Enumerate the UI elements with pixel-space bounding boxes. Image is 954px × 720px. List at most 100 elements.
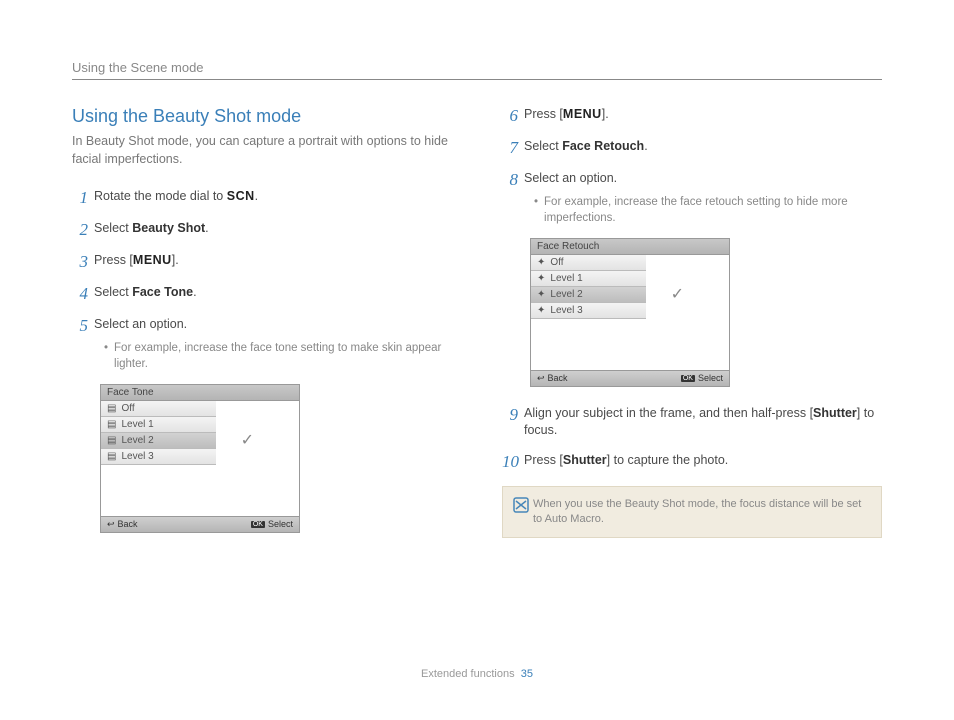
menu-item-off[interactable]: ▤ Off (101, 401, 216, 417)
select-label[interactable]: Select (698, 373, 723, 383)
check-icon: ✓ (671, 284, 684, 304)
check-icon: ✓ (241, 430, 254, 450)
back-label[interactable]: Back (548, 373, 568, 383)
face-retouch-menu: Face Retouch ✦ Off ✦ Level 1 ✦ Level 2 ✓ ✦ Le… (530, 238, 730, 387)
menu-list: ✦ Off ✦ Level 1 ✦ Level 2 ✓ ✦ Level 3 (531, 255, 729, 319)
text: Align your subject in the frame, and the… (524, 406, 813, 420)
step-8: 8 Select an option. • For example, incre… (502, 170, 882, 226)
face-tone-menu: Face Tone ▤Off ▤Level 1 ▤Level 2✓ ▤Level… (100, 384, 300, 533)
back-icon: ↩ (537, 373, 545, 384)
back-icon: ↩ (107, 519, 115, 530)
back-label[interactable]: Back (118, 519, 138, 529)
bold: Shutter (563, 453, 607, 467)
menu-footer: ↩Back OKSelect (531, 371, 729, 386)
bullet-icon: • (534, 194, 538, 226)
menu-icon: MENU (563, 107, 602, 121)
menu-item-off[interactable]: ✦ Off (531, 255, 646, 271)
page-number: 35 (521, 668, 533, 680)
menu-item-level2[interactable]: ✦Level 2✓ (531, 287, 646, 303)
step-number: 1 (72, 188, 94, 208)
select-label[interactable]: Select (268, 519, 293, 529)
step-2: 2 Select Beauty Shot. (72, 220, 452, 240)
text: ] to capture the photo. (607, 453, 729, 467)
step-number: 10 (502, 452, 524, 472)
columns: Using the Beauty Shot mode In Beauty Sho… (72, 106, 882, 551)
menu-item-level1[interactable]: ▤Level 1 (101, 417, 216, 433)
step-1: 1 Rotate the mode dial to SCN. (72, 188, 452, 208)
step-text: Press [MENU]. (94, 252, 179, 270)
step-text: Press [Shutter] to capture the photo. (524, 452, 728, 470)
menu-list: ▤Off ▤Level 1 ▤Level 2✓ ▤Level 3 (101, 401, 299, 465)
label: Level 2 (550, 289, 582, 300)
menu-item-level1[interactable]: ✦ Level 1 (531, 271, 646, 287)
right-column: 6 Press [MENU]. 7 Select Face Retouch. 8… (502, 106, 882, 551)
label: Level 2 (121, 435, 153, 446)
step-text: Rotate the mode dial to SCN. (94, 188, 258, 206)
face-icon: ▤ (107, 419, 116, 430)
page: Using the Scene mode Using the Beauty Sh… (0, 0, 954, 551)
sub-text: For example, increase the face retouch s… (544, 194, 882, 226)
menu-item-level3[interactable]: ▤Level 3 (101, 449, 216, 465)
face-icon: ▤ (107, 451, 116, 462)
bold: Beauty Shot (132, 221, 205, 235)
text: Rotate the mode dial to (94, 189, 227, 203)
retouch-icon: ✦ (537, 257, 545, 268)
note-text: When you use the Beauty Shot mode, the f… (533, 497, 871, 528)
step-3: 3 Press [MENU]. (72, 252, 452, 272)
menu-title: Face Tone (101, 385, 299, 401)
step-number: 5 (72, 316, 94, 336)
step-6: 6 Press [MENU]. (502, 106, 882, 126)
text: . (644, 139, 647, 153)
step-10: 10 Press [Shutter] to capture the photo. (502, 452, 882, 472)
menu-body (101, 465, 299, 517)
label: Off (550, 257, 563, 268)
step-5: 5 Select an option. • For example, incre… (72, 316, 452, 372)
bold: Face Retouch (562, 139, 644, 153)
note-box: When you use the Beauty Shot mode, the f… (502, 486, 882, 539)
text: Select (94, 285, 132, 299)
retouch-icon: ✦ (537, 273, 545, 284)
step-number: 6 (502, 106, 524, 126)
ok-icon: OK (251, 521, 265, 528)
text: . (205, 221, 208, 235)
ok-icon: OK (681, 375, 695, 382)
text: Press [ (524, 453, 563, 467)
text: . (255, 189, 258, 203)
bold: Face Tone (132, 285, 193, 299)
step-number: 4 (72, 284, 94, 304)
note-icon (513, 497, 533, 528)
menu-footer: ↩Back OKSelect (101, 517, 299, 532)
step-number: 3 (72, 252, 94, 272)
menu-body (531, 319, 729, 371)
chapter-header: Using the Scene mode (72, 60, 882, 80)
label: Off (121, 403, 134, 414)
step-text: Select Face Retouch. (524, 138, 648, 156)
intro-text: In Beauty Shot mode, you can capture a p… (72, 133, 452, 168)
retouch-icon: ✦ (537, 289, 545, 300)
text: ]. (602, 107, 609, 121)
page-footer: Extended functions 35 (0, 668, 954, 680)
menu-icon: MENU (133, 253, 172, 267)
text: ]. (172, 253, 179, 267)
label: Level 3 (550, 305, 582, 316)
sub-text: For example, increase the face tone sett… (114, 340, 452, 372)
step-number: 8 (502, 170, 524, 190)
menu-item-level3[interactable]: ✦ Level 3 (531, 303, 646, 319)
step-text: Align your subject in the frame, and the… (524, 405, 882, 440)
step-text: Select Beauty Shot. (94, 220, 209, 238)
step-text: Select Face Tone. (94, 284, 197, 302)
bold: Shutter (813, 406, 857, 420)
left-column: Using the Beauty Shot mode In Beauty Sho… (72, 106, 452, 551)
step-text: Select an option. • For example, increas… (94, 316, 452, 372)
label: Level 1 (550, 273, 582, 284)
step-sub: • For example, increase the face retouch… (524, 194, 882, 226)
step-sub: • For example, increase the face tone se… (94, 340, 452, 372)
text: Select (94, 221, 132, 235)
menu-item-level2[interactable]: ▤Level 2✓ (101, 433, 216, 449)
step-text: Press [MENU]. (524, 106, 609, 124)
scn-icon: SCN (227, 189, 255, 203)
face-icon: ▤ (107, 403, 116, 414)
retouch-icon: ✦ (537, 305, 545, 316)
step-number: 7 (502, 138, 524, 158)
menu-title: Face Retouch (531, 239, 729, 255)
